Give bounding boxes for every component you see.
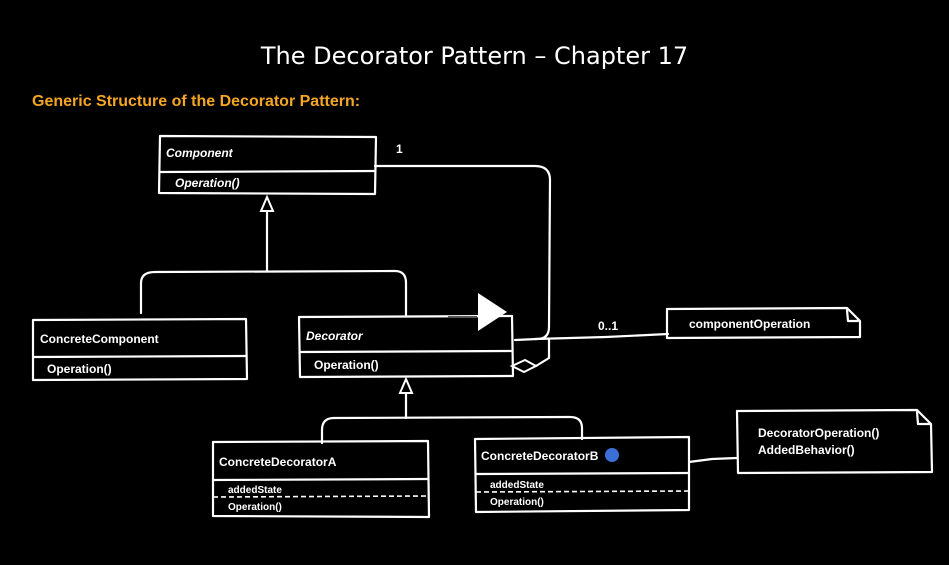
multiplicity-one: 1 [396, 142, 403, 156]
concrete-decorator-b-operation: Operation() [490, 497, 544, 508]
generalization-arrow-decorator [398, 376, 414, 394]
multiplicity-zero-one: 0..1 [598, 319, 618, 333]
inheritance-to-component [139, 194, 408, 317]
concrete-decorator-a-class: ConcreteDecoratorA addedState Operation(… [211, 439, 431, 519]
inheritance-to-decorator [320, 376, 584, 445]
generalization-arrow-component [259, 194, 275, 212]
aggregation-decorator-component: 1 [373, 142, 552, 374]
decorator-operation: Operation() [314, 358, 379, 372]
concrete-decorator-a-name: ConcreteDecoratorA [219, 455, 337, 469]
uml-diagram: Component Operation() ConcreteComponent … [31, 134, 934, 519]
note-link-component: 0..1 [533, 319, 670, 341]
component-operation-note-text: componentOperation [689, 317, 810, 331]
concrete-component-operation: Operation() [47, 362, 112, 376]
concrete-component-name: ConcreteComponent [40, 332, 159, 346]
aggregation-diamond [509, 358, 539, 374]
component-class: Component Operation() [157, 134, 378, 196]
cursor-dot-icon [605, 448, 619, 462]
component-class-name: Component [166, 146, 234, 160]
decorator-note-line1: DecoratorOperation() [758, 426, 879, 440]
concrete-decorator-b-name: ConcreteDecoratorB [481, 449, 599, 463]
concrete-decorator-b-class: ConcreteDecoratorB addedState Operation(… [473, 435, 691, 514]
concrete-decorator-b-attribute: addedState [490, 480, 544, 491]
decorator-class-name: Decorator [306, 329, 364, 343]
concrete-component-class: ConcreteComponent Operation() [31, 317, 249, 382]
component-operation: Operation() [175, 176, 240, 190]
concrete-decorator-a-attribute: addedState [228, 485, 282, 496]
pointer-triangle-icon [478, 293, 507, 331]
note-link-decorator [687, 456, 739, 464]
decorator-note-line2: AddedBehavior() [758, 443, 855, 457]
component-operation-note: componentOperation [665, 306, 862, 340]
concrete-decorator-a-operation: Operation() [228, 502, 282, 513]
decorator-operation-note: DecoratorOperation() AddedBehavior() [735, 408, 934, 475]
